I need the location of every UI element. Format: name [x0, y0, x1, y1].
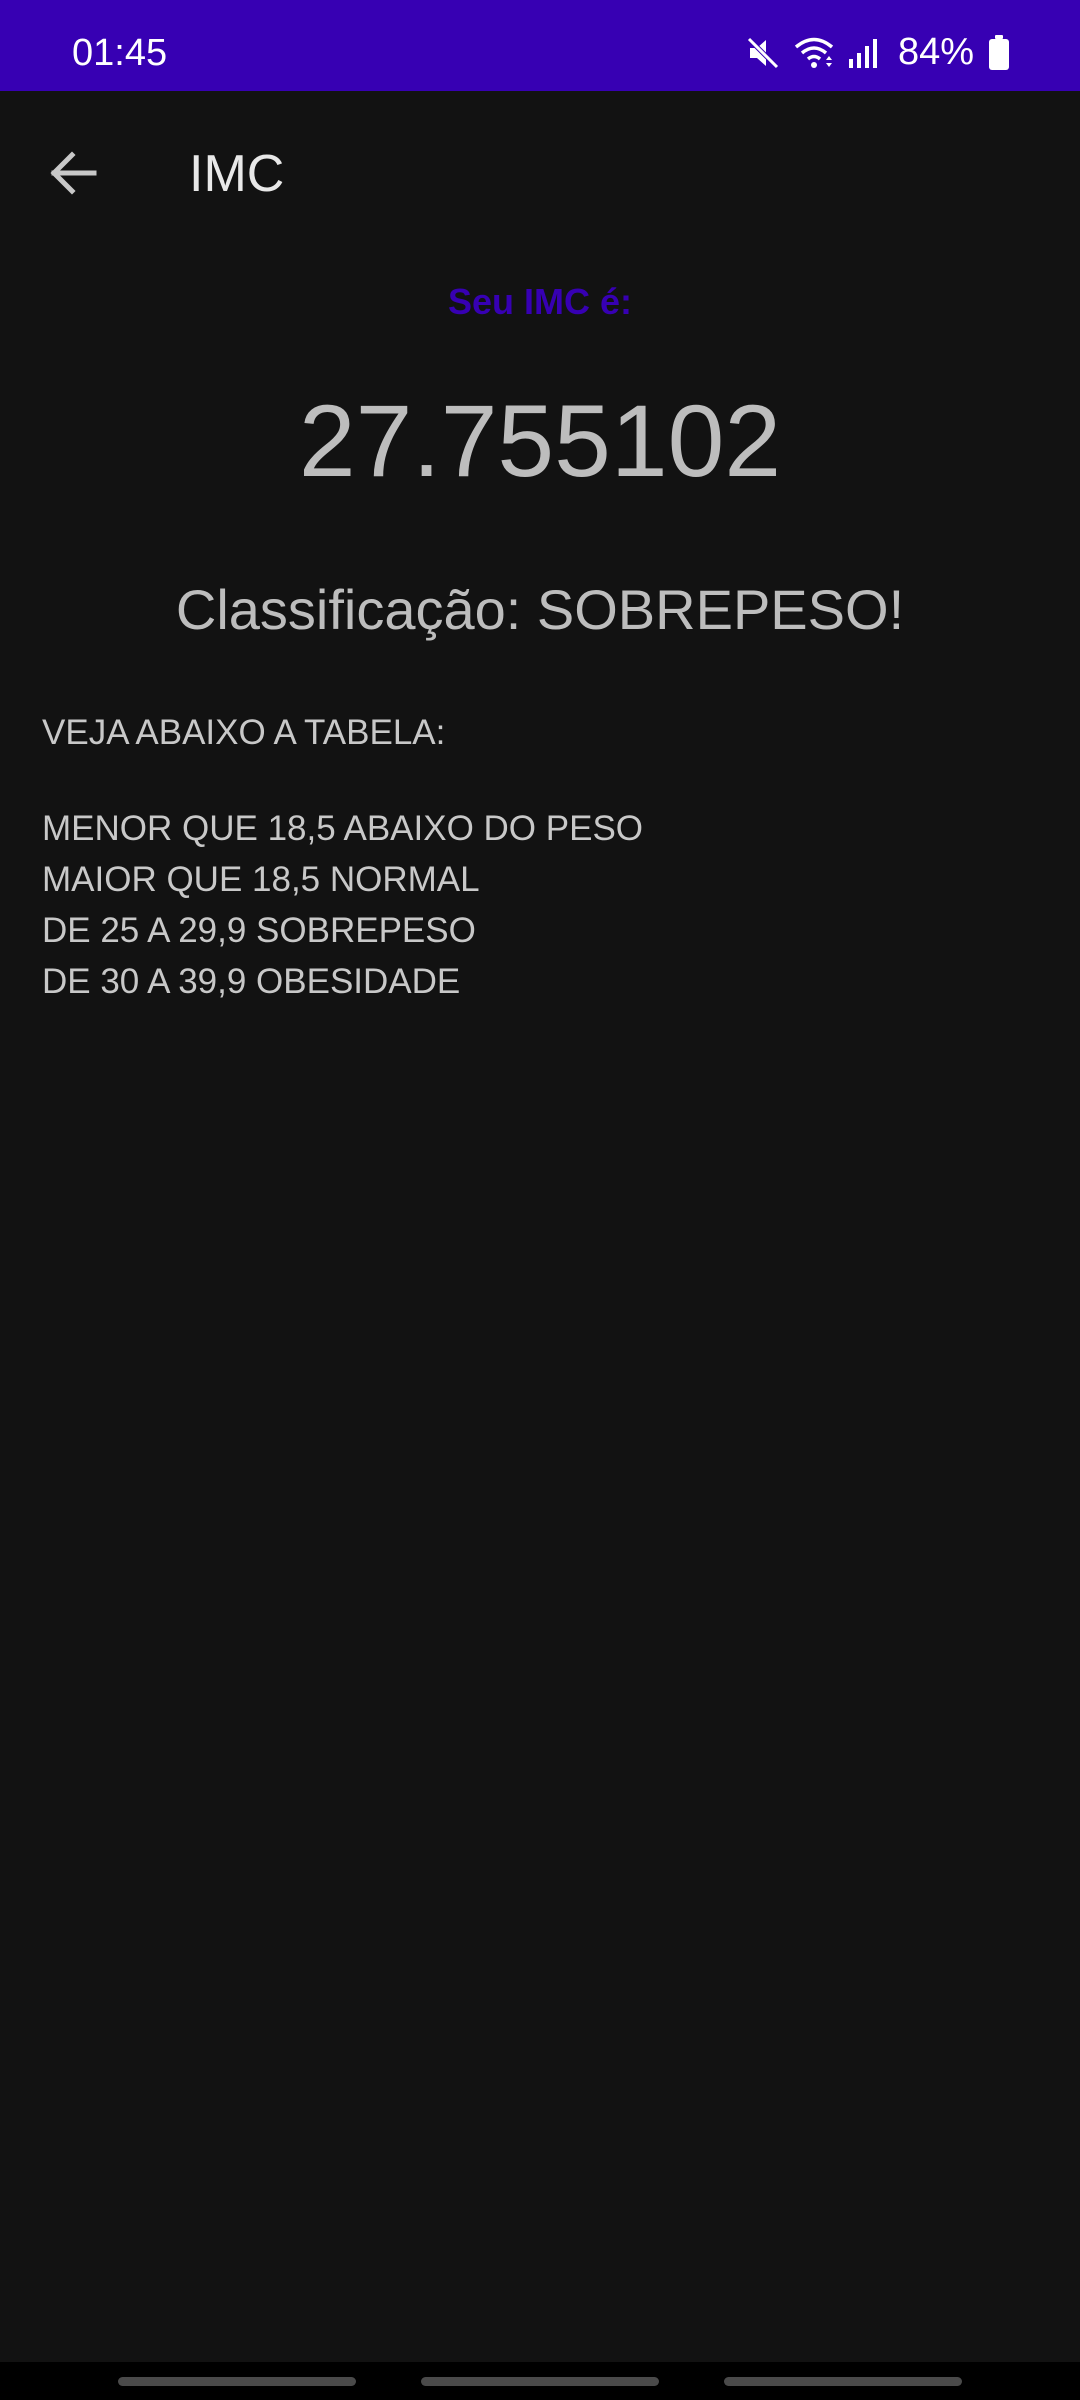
- imc-label: Seu IMC é:: [447, 281, 633, 322]
- nav-recents-handle[interactable]: [118, 2377, 356, 2386]
- table-row: MAIOR QUE 18,5 NORMAL: [42, 860, 480, 899]
- mute-icon: [746, 36, 780, 70]
- toolbar: IMC: [0, 91, 1080, 241]
- status-icons: 84%: [746, 0, 1010, 91]
- table-row: DE 30 A 39,9 OBESIDADE: [42, 962, 461, 1001]
- table-row: DE 25 A 29,9 SOBREPESO: [42, 911, 476, 950]
- battery-icon: [988, 34, 1010, 71]
- classification-text: Classificação: SOBREPESO!: [175, 578, 905, 641]
- imc-value: 27.755102: [298, 384, 782, 498]
- page-title: IMC: [189, 145, 285, 203]
- status-bar: 01:45 84%: [0, 0, 1080, 91]
- back-button[interactable]: [28, 140, 118, 210]
- arrow-left-icon: [48, 150, 98, 200]
- battery-percent: 84%: [897, 31, 974, 73]
- imc-table: MENOR QUE 18,5 ABAIXO DO PESO MAIOR QUE …: [42, 803, 643, 1007]
- signal-icon: [848, 37, 880, 69]
- nav-back-handle[interactable]: [724, 2377, 962, 2386]
- imc-result-screen: IMC Seu IMC é: 27.755102 Classificação: …: [0, 91, 1080, 2362]
- table-heading: VEJA ABAIXO A TABELA:: [42, 713, 446, 752]
- nav-home-handle[interactable]: [421, 2377, 659, 2386]
- table-row: MENOR QUE 18,5 ABAIXO DO PESO: [42, 809, 644, 848]
- status-time: 01:45: [72, 32, 168, 74]
- wifi-icon: [794, 36, 834, 70]
- navigation-bar: [0, 2362, 1080, 2400]
